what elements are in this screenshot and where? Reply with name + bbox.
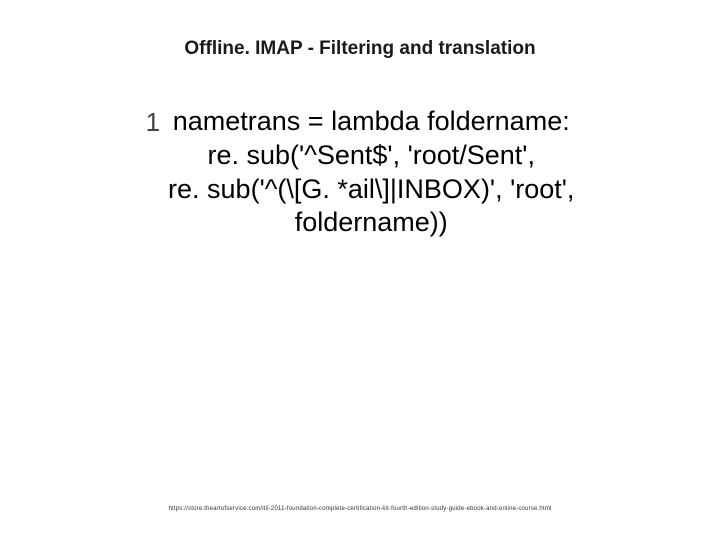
bullet-row: 1 nametrans = lambda foldername: re. sub… bbox=[60, 105, 660, 240]
bullet-number: 1 bbox=[146, 105, 160, 138]
body-line-1: nametrans = lambda foldername: bbox=[173, 106, 570, 136]
footer-link: https://store.theartofservice.com/itil-2… bbox=[0, 506, 720, 512]
body-line-3: re. sub('^(\[G. *ail\]|INBOX)', 'root', bbox=[168, 174, 574, 204]
slide: Offline. IMAP - Filtering and translatio… bbox=[0, 0, 720, 540]
body-line-2: re. sub('^Sent$', 'root/Sent', bbox=[208, 140, 535, 170]
slide-body: 1 nametrans = lambda foldername: re. sub… bbox=[60, 105, 660, 240]
body-text: nametrans = lambda foldername: re. sub('… bbox=[168, 105, 574, 240]
slide-title: Offline. IMAP - Filtering and translatio… bbox=[0, 38, 720, 60]
body-line-4: foldername)) bbox=[295, 207, 448, 237]
